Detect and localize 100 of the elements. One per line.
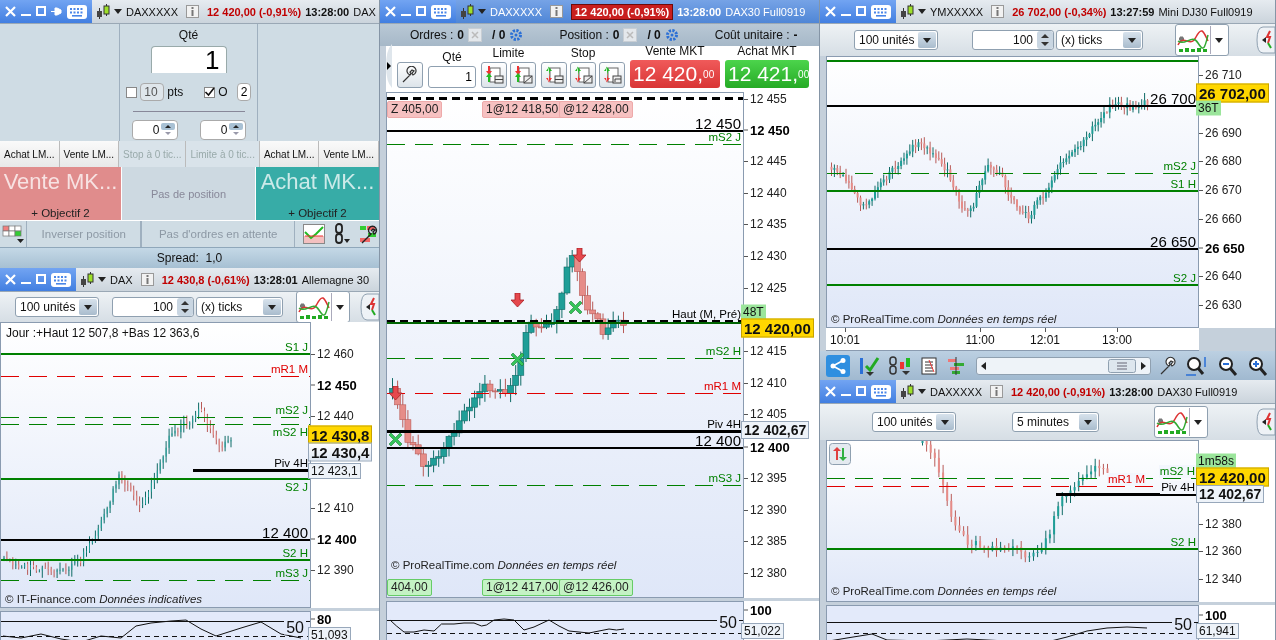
price-tag: 48T bbox=[741, 304, 766, 320]
option-input[interactable]: 2 bbox=[236, 83, 251, 101]
axis-tick-label: 12 435 bbox=[744, 217, 787, 231]
symbol-name[interactable]: YMXXXXX bbox=[930, 5, 984, 18]
spread-value: Spread: 1,0 bbox=[0, 247, 379, 268]
price-change: 12 420,00 (-0,91%) bbox=[1010, 385, 1106, 398]
indicator-value-tag: 61,941 bbox=[1196, 623, 1239, 639]
level-label: mR1 M bbox=[1106, 473, 1146, 486]
quote-time: 13:28:00 bbox=[305, 5, 350, 18]
level-label: S2 H bbox=[282, 547, 308, 560]
level-label: mS3 J bbox=[275, 567, 308, 580]
level-label: Haut (M, Pré) bbox=[672, 308, 741, 321]
axis-tick-label: 12 410 bbox=[311, 501, 354, 515]
axis-tick-label: 26 660 bbox=[1199, 212, 1242, 226]
axis-tick-label: 12 415 bbox=[744, 344, 787, 358]
indicator-level-label: 50 bbox=[717, 614, 739, 630]
quantity-label: Qté bbox=[178, 28, 199, 42]
quantity-input[interactable]: 1 bbox=[150, 46, 227, 73]
instrument-description: DAX30 Full0919 bbox=[1157, 385, 1238, 398]
buy-market-button[interactable]: Achat MK... + Objectif 2 bbox=[256, 167, 379, 220]
order-button[interactable]: Vente LM... bbox=[319, 141, 379, 167]
price-level-value: 26 700 bbox=[1150, 92, 1196, 105]
axis-tick-label: 12 425 bbox=[744, 281, 787, 295]
indicator-value-tag: 51,022 bbox=[741, 623, 784, 639]
period-select[interactable]: (x) ticks bbox=[1056, 30, 1143, 50]
quantity-label: Qté bbox=[442, 50, 462, 64]
symbol-name[interactable]: DAX bbox=[110, 273, 133, 286]
axis-tick-label: 12 385 bbox=[744, 534, 787, 548]
axis-tick-label: 12 380 bbox=[1199, 517, 1242, 531]
option-label: O bbox=[218, 85, 228, 99]
price-tag: 12 430,4 bbox=[308, 442, 373, 462]
units-select[interactable]: 100 unités bbox=[872, 412, 956, 432]
stop-label: Stop bbox=[570, 46, 596, 60]
level-label: S1 H bbox=[1170, 178, 1196, 191]
axis-tick-label: 12:01 bbox=[1030, 333, 1060, 347]
price-level-value: 26 650 bbox=[1150, 235, 1196, 248]
order-tag[interactable]: @12 426,00 bbox=[559, 579, 633, 596]
axis-tick-label: 12 445 bbox=[744, 154, 787, 168]
sell-market-button[interactable]: Vente MK... + Objectif 2 bbox=[0, 167, 121, 220]
price-tag: 36T bbox=[1196, 100, 1221, 116]
instrument-description: Allemagne 30 bbox=[301, 273, 369, 286]
sell-market-button[interactable]: 12 420,$^{00}$ bbox=[630, 60, 720, 88]
order-button[interactable]: Achat LM... bbox=[0, 141, 60, 167]
order-button[interactable]: Achat LM... bbox=[259, 141, 320, 167]
unit-cost-label: Coût unitaire : bbox=[714, 28, 790, 42]
position-status: Pas de position bbox=[121, 167, 256, 220]
instrument-description: Mini DJ30 Full0919 bbox=[1158, 5, 1253, 18]
instrument-description: DAX30 Full0919 bbox=[725, 5, 806, 18]
copyright-notice: © IT-Finance.com Données indicatives bbox=[5, 593, 203, 605]
count-spinner[interactable]: 100 bbox=[112, 297, 194, 317]
indicator-value-tag: 51,093 bbox=[308, 627, 351, 640]
symbol-name[interactable]: DAXXXXX bbox=[930, 385, 982, 398]
price-tag: 12 420,00 bbox=[1196, 467, 1269, 487]
indicator-level-label: 50 bbox=[1172, 616, 1194, 632]
price-tag: 26 702,00 bbox=[1196, 83, 1269, 103]
orders-count: 0 bbox=[457, 28, 465, 42]
level-label: mS2 H bbox=[705, 345, 741, 358]
price-level-value: 12 400 bbox=[695, 434, 741, 447]
order-tag[interactable]: Z 405,00 bbox=[387, 101, 443, 118]
quote-time: 13:28:00 bbox=[677, 5, 722, 18]
units-select[interactable]: 100 unités bbox=[854, 30, 938, 50]
period-select[interactable]: 5 minutes bbox=[1012, 412, 1099, 432]
order-tag[interactable]: 404,00 bbox=[387, 579, 432, 596]
price-tag: 12 423,1 bbox=[308, 463, 361, 479]
axis-tick-label: 12 410 bbox=[744, 376, 787, 390]
units-select[interactable]: 100 unités bbox=[15, 297, 99, 317]
axis-tick-label: 10:01 bbox=[830, 333, 860, 347]
indicator-level-label: 50 bbox=[284, 619, 306, 635]
number-spinner[interactable]: 0 bbox=[131, 120, 178, 140]
copyright-notice: © ProRealTime.com Données en temps réel bbox=[831, 585, 1057, 597]
pending-position-count: / 0 bbox=[647, 28, 661, 42]
price-change: 12 420,00 (-0,91%) bbox=[570, 3, 674, 20]
level-label: Piv 4H bbox=[707, 418, 741, 431]
chart-header-text: Jour :+Haut 12 507,8 +Bas 12 363,6 bbox=[6, 326, 200, 340]
quote-time: 13:28:01 bbox=[253, 273, 298, 286]
count-spinner[interactable]: 100 bbox=[972, 30, 1054, 50]
axis-tick-label: 26 710 bbox=[1199, 68, 1242, 82]
axis-tick-label: 12 430 bbox=[744, 249, 787, 263]
axis-tick-label: 11:00 bbox=[965, 333, 995, 347]
level-label: Piv 4H bbox=[274, 457, 308, 470]
symbol-name[interactable]: DAXXXXX bbox=[126, 5, 178, 18]
axis-tick-label: 12 440 bbox=[744, 186, 787, 200]
axis-tick-label: 13:00 bbox=[1102, 333, 1132, 347]
axis-tick-label: 26 680 bbox=[1199, 154, 1242, 168]
level-label: mS2 J bbox=[708, 131, 741, 144]
period-select[interactable]: (x) ticks bbox=[196, 297, 283, 317]
axis-tick-label: 26 630 bbox=[1199, 298, 1242, 312]
order-button[interactable]: Vente LM... bbox=[59, 141, 120, 167]
quantity-input[interactable]: 1 bbox=[428, 66, 476, 88]
axis-tick-label: 26 640 bbox=[1199, 269, 1242, 283]
axis-tick-label: 26 670 bbox=[1199, 183, 1242, 197]
number-spinner[interactable]: 0 bbox=[199, 120, 246, 140]
level-label: mR1 M bbox=[703, 380, 741, 393]
axis-tick-label: 12 460 bbox=[311, 347, 354, 361]
price-tag: 12 420,00 bbox=[741, 318, 814, 338]
axis-tick-label: 12 395 bbox=[744, 471, 787, 485]
order-tag[interactable]: @12 428,00 bbox=[559, 101, 633, 118]
instrument-description: DAX bbox=[353, 5, 376, 18]
level-label: mR1 M bbox=[270, 363, 308, 376]
level-label: S2 H bbox=[1170, 536, 1196, 549]
